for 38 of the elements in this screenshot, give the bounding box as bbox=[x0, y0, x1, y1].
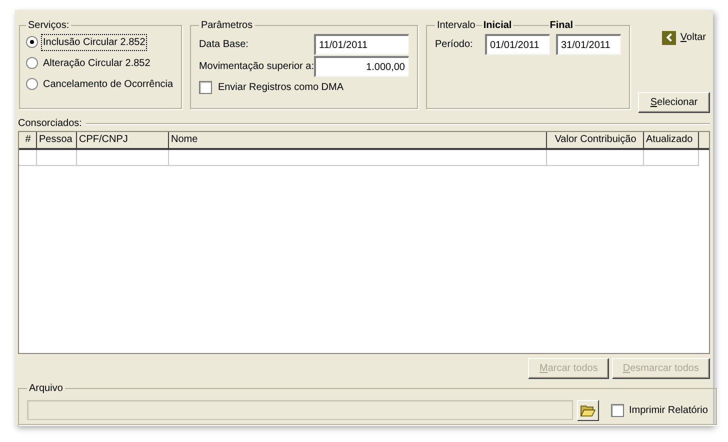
column-header[interactable]: # bbox=[19, 132, 37, 148]
open-folder-button[interactable] bbox=[577, 400, 599, 421]
checkbox[interactable] bbox=[198, 81, 212, 94]
field-label: Data Base: bbox=[198, 38, 248, 52]
checkbox[interactable] bbox=[611, 404, 624, 417]
field-label: Movimentação superior a: bbox=[198, 60, 314, 74]
text-field[interactable]: 01/01/2011 bbox=[485, 34, 550, 55]
text-field[interactable]: 1.000,00 bbox=[314, 56, 409, 77]
group-title: Parâmetros bbox=[200, 20, 253, 31]
group-title: Intervalo bbox=[437, 19, 476, 33]
column-title: Final bbox=[550, 19, 574, 33]
column-title: Inicial bbox=[483, 19, 512, 33]
column-header[interactable]: Pessoa bbox=[37, 132, 77, 148]
text-field[interactable]: 31/01/2011 bbox=[556, 34, 621, 55]
group-title: Serviços: bbox=[28, 20, 70, 31]
radio-button[interactable] bbox=[26, 57, 38, 69]
column-header[interactable]: CPF/CNPJ bbox=[77, 132, 169, 148]
radio-option[interactable]: Inclusão Circular 2.852 bbox=[26, 34, 175, 50]
column-header[interactable]: Atualizado bbox=[644, 132, 699, 148]
text-field[interactable]: 11/01/2011 bbox=[314, 34, 409, 55]
table-cell bbox=[37, 150, 77, 166]
checkbox-label: Imprimir Relatório bbox=[629, 404, 708, 418]
radio-button[interactable] bbox=[26, 36, 38, 48]
back-link[interactable]: Voltar bbox=[662, 30, 706, 45]
field-label: Período: bbox=[435, 38, 474, 52]
table-title: Consorciados: bbox=[18, 116, 82, 131]
folder-icon bbox=[580, 403, 596, 418]
column-header[interactable]: Nome bbox=[169, 132, 547, 148]
table-cell bbox=[19, 150, 37, 166]
radio-option[interactable]: Cancelamento de Ocorrência bbox=[26, 76, 175, 92]
radio-option[interactable]: Alteração Circular 2.852 bbox=[26, 55, 175, 71]
table-cell bbox=[644, 150, 699, 166]
checkbox-label: Enviar Registros como DMA bbox=[218, 81, 344, 95]
select-button[interactable]: Selecionar bbox=[638, 92, 710, 114]
column-header[interactable]: Valor Contribuição bbox=[547, 132, 644, 148]
file-path-field[interactable] bbox=[27, 400, 573, 420]
radio-button[interactable] bbox=[26, 78, 38, 90]
group-title: Arquivo bbox=[29, 383, 63, 394]
